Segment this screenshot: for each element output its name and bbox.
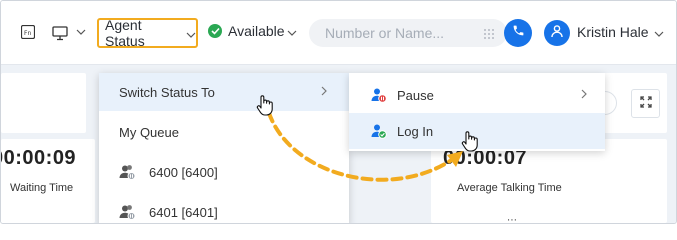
- hand-cursor-icon: [461, 131, 478, 152]
- app-window: Fn Agent Status Available Number or Name…: [0, 0, 677, 224]
- annotation-arrow: [267, 111, 463, 182]
- hand-cursor-icon: [256, 95, 273, 116]
